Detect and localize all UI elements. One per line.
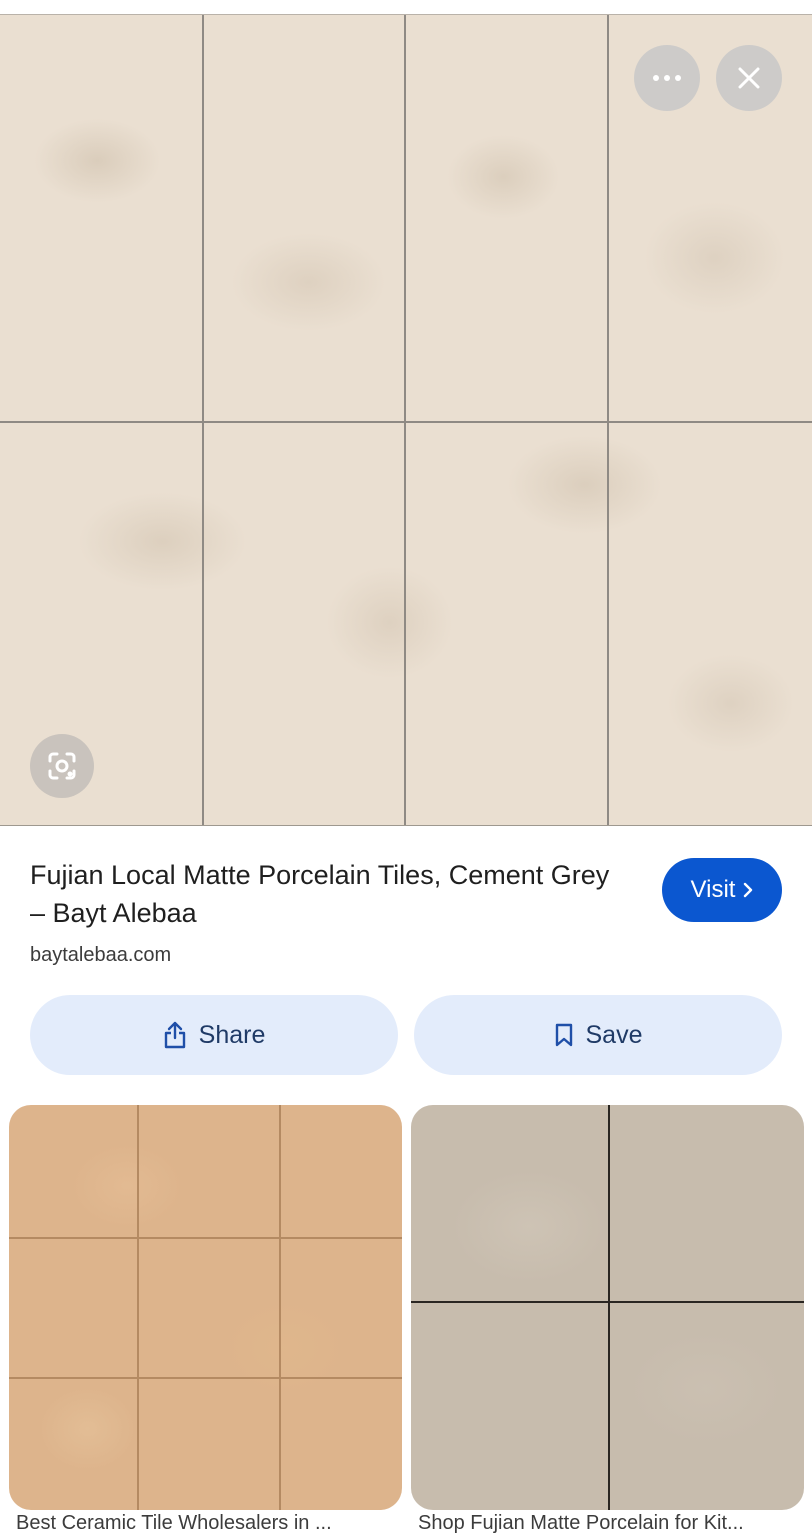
- google-lens-button[interactable]: [30, 734, 94, 798]
- save-button[interactable]: Save: [414, 995, 782, 1075]
- close-icon: [738, 67, 760, 89]
- tile-grout-line: [608, 1105, 610, 1510]
- related-image-2[interactable]: [411, 1105, 804, 1510]
- bookmark-icon: [555, 1023, 572, 1047]
- share-label: Share: [198, 1020, 266, 1049]
- share-button[interactable]: Share: [30, 995, 398, 1075]
- google-lens-icon: [48, 752, 76, 780]
- tile-grout-line: [404, 15, 406, 825]
- more-horizontal-icon: [653, 75, 681, 81]
- related-caption-2[interactable]: Shop Fujian Matte Porcelain for Kit...: [418, 1512, 808, 1535]
- result-domain: baytalebaa.com: [30, 944, 172, 966]
- chevron-right-icon: [744, 882, 753, 898]
- more-options-button[interactable]: [634, 45, 700, 111]
- tile-grout-line: [411, 1301, 804, 1303]
- tile-grout-line: [9, 1237, 402, 1239]
- visit-label: Visit: [690, 876, 736, 903]
- related-image-1[interactable]: [9, 1105, 402, 1510]
- result-title[interactable]: Fujian Local Matte Porcelain Tiles, Ceme…: [30, 856, 630, 932]
- tile-grout-line: [279, 1105, 281, 1510]
- tile-grout-line: [607, 15, 609, 825]
- tile-grout-line: [137, 1105, 139, 1510]
- close-button[interactable]: [716, 45, 782, 111]
- main-image[interactable]: [0, 14, 812, 826]
- save-label: Save: [585, 1020, 643, 1049]
- visit-button[interactable]: Visit: [662, 858, 782, 922]
- tile-grout-line: [202, 15, 204, 825]
- related-caption-1[interactable]: Best Ceramic Tile Wholesalers in ...: [16, 1512, 396, 1535]
- share-icon: [164, 1021, 185, 1049]
- tile-grout-line: [9, 1377, 402, 1379]
- tile-grout-line: [0, 421, 812, 423]
